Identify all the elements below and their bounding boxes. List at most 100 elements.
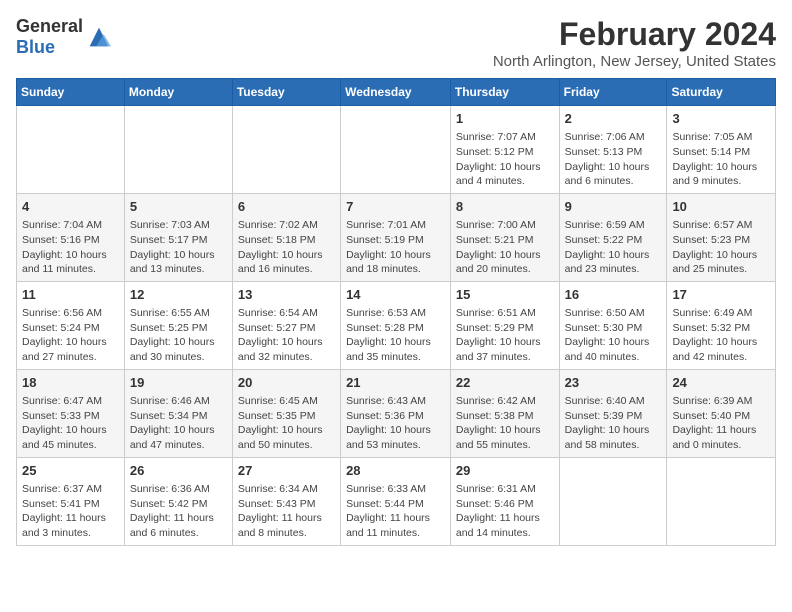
day-content: Sunrise: 7:04 AM Sunset: 5:16 PM Dayligh… [22, 218, 119, 277]
header: General Blue February 2024 North Arlingt… [16, 16, 776, 70]
week-row-1: 1 Sunrise: 7:07 AM Sunset: 5:12 PM Daylig… [17, 106, 776, 194]
calendar-subtitle: North Arlington, New Jersey, United Stat… [493, 53, 776, 70]
calendar-title: February 2024 [493, 16, 776, 53]
day-number: 14 [346, 286, 445, 304]
calendar-cell: 2 Sunrise: 7:06 AM Sunset: 5:13 PM Daylig… [559, 106, 667, 194]
weekday-header-saturday: Saturday [667, 79, 776, 106]
day-content: Sunrise: 6:39 AM Sunset: 5:40 PM Dayligh… [672, 394, 770, 453]
logo-general: General [16, 16, 83, 36]
day-content: Sunrise: 7:07 AM Sunset: 5:12 PM Dayligh… [456, 130, 554, 189]
day-number: 22 [456, 374, 554, 392]
day-number: 26 [130, 462, 227, 480]
day-content: Sunrise: 6:37 AM Sunset: 5:41 PM Dayligh… [22, 482, 119, 541]
day-number: 18 [22, 374, 119, 392]
calendar-cell: 21 Sunrise: 6:43 AM Sunset: 5:36 PM Dayli… [341, 369, 451, 457]
calendar-cell: 1 Sunrise: 7:07 AM Sunset: 5:12 PM Daylig… [450, 106, 559, 194]
day-number: 10 [672, 198, 770, 216]
day-content: Sunrise: 6:47 AM Sunset: 5:33 PM Dayligh… [22, 394, 119, 453]
day-content: Sunrise: 6:59 AM Sunset: 5:22 PM Dayligh… [565, 218, 662, 277]
day-content: Sunrise: 7:06 AM Sunset: 5:13 PM Dayligh… [565, 130, 662, 189]
calendar-cell: 19 Sunrise: 6:46 AM Sunset: 5:34 PM Dayli… [124, 369, 232, 457]
day-content: Sunrise: 6:42 AM Sunset: 5:38 PM Dayligh… [456, 394, 554, 453]
day-number: 7 [346, 198, 445, 216]
weekday-header-wednesday: Wednesday [341, 79, 451, 106]
day-number: 28 [346, 462, 445, 480]
calendar-cell [232, 106, 340, 194]
day-number: 21 [346, 374, 445, 392]
calendar-table: SundayMondayTuesdayWednesdayThursdayFrid… [16, 78, 776, 546]
week-row-5: 25 Sunrise: 6:37 AM Sunset: 5:41 PM Dayli… [17, 457, 776, 545]
calendar-cell: 18 Sunrise: 6:47 AM Sunset: 5:33 PM Dayli… [17, 369, 125, 457]
week-row-3: 11 Sunrise: 6:56 AM Sunset: 5:24 PM Dayli… [17, 281, 776, 369]
day-number: 13 [238, 286, 335, 304]
day-content: Sunrise: 6:46 AM Sunset: 5:34 PM Dayligh… [130, 394, 227, 453]
weekday-header-friday: Friday [559, 79, 667, 106]
calendar-cell: 6 Sunrise: 7:02 AM Sunset: 5:18 PM Daylig… [232, 193, 340, 281]
day-number: 3 [672, 110, 770, 128]
day-number: 8 [456, 198, 554, 216]
weekday-header-row: SundayMondayTuesdayWednesdayThursdayFrid… [17, 79, 776, 106]
calendar-cell: 26 Sunrise: 6:36 AM Sunset: 5:42 PM Dayli… [124, 457, 232, 545]
day-number: 17 [672, 286, 770, 304]
calendar-cell: 28 Sunrise: 6:33 AM Sunset: 5:44 PM Dayli… [341, 457, 451, 545]
day-content: Sunrise: 6:54 AM Sunset: 5:27 PM Dayligh… [238, 306, 335, 365]
day-content: Sunrise: 6:55 AM Sunset: 5:25 PM Dayligh… [130, 306, 227, 365]
calendar-cell: 17 Sunrise: 6:49 AM Sunset: 5:32 PM Dayli… [667, 281, 776, 369]
day-content: Sunrise: 7:01 AM Sunset: 5:19 PM Dayligh… [346, 218, 445, 277]
day-content: Sunrise: 7:05 AM Sunset: 5:14 PM Dayligh… [672, 130, 770, 189]
calendar-cell: 12 Sunrise: 6:55 AM Sunset: 5:25 PM Dayli… [124, 281, 232, 369]
day-content: Sunrise: 6:34 AM Sunset: 5:43 PM Dayligh… [238, 482, 335, 541]
day-content: Sunrise: 6:33 AM Sunset: 5:44 PM Dayligh… [346, 482, 445, 541]
day-number: 4 [22, 198, 119, 216]
logo-blue: Blue [16, 37, 55, 57]
calendar-cell: 22 Sunrise: 6:42 AM Sunset: 5:38 PM Dayli… [450, 369, 559, 457]
week-row-2: 4 Sunrise: 7:04 AM Sunset: 5:16 PM Daylig… [17, 193, 776, 281]
calendar-cell: 7 Sunrise: 7:01 AM Sunset: 5:19 PM Daylig… [341, 193, 451, 281]
day-number: 16 [565, 286, 662, 304]
day-number: 15 [456, 286, 554, 304]
calendar-cell: 25 Sunrise: 6:37 AM Sunset: 5:41 PM Dayli… [17, 457, 125, 545]
day-number: 11 [22, 286, 119, 304]
day-number: 9 [565, 198, 662, 216]
day-number: 12 [130, 286, 227, 304]
day-number: 25 [22, 462, 119, 480]
day-content: Sunrise: 6:43 AM Sunset: 5:36 PM Dayligh… [346, 394, 445, 453]
day-content: Sunrise: 6:40 AM Sunset: 5:39 PM Dayligh… [565, 394, 662, 453]
calendar-cell: 29Sunrise: 6:31 AM Sunset: 5:46 PM Dayli… [450, 457, 559, 545]
calendar-cell [17, 106, 125, 194]
day-content: Sunrise: 6:53 AM Sunset: 5:28 PM Dayligh… [346, 306, 445, 365]
day-number: 23 [565, 374, 662, 392]
calendar-cell: 11 Sunrise: 6:56 AM Sunset: 5:24 PM Dayli… [17, 281, 125, 369]
calendar-cell [341, 106, 451, 194]
day-content: Sunrise: 6:51 AM Sunset: 5:29 PM Dayligh… [456, 306, 554, 365]
calendar-cell: 14 Sunrise: 6:53 AM Sunset: 5:28 PM Dayli… [341, 281, 451, 369]
calendar-cell: 4 Sunrise: 7:04 AM Sunset: 5:16 PM Daylig… [17, 193, 125, 281]
day-number: 5 [130, 198, 227, 216]
day-number: 2 [565, 110, 662, 128]
calendar-cell [559, 457, 667, 545]
day-number: 20 [238, 374, 335, 392]
calendar-cell [124, 106, 232, 194]
calendar-cell: 16Sunrise: 6:50 AM Sunset: 5:30 PM Dayli… [559, 281, 667, 369]
day-number: 24 [672, 374, 770, 392]
day-number: 6 [238, 198, 335, 216]
day-content: Sunrise: 6:49 AM Sunset: 5:32 PM Dayligh… [672, 306, 770, 365]
logo-text: General Blue [16, 16, 83, 58]
calendar-cell: 5Sunrise: 7:03 AM Sunset: 5:17 PM Daylig… [124, 193, 232, 281]
day-content: Sunrise: 7:02 AM Sunset: 5:18 PM Dayligh… [238, 218, 335, 277]
weekday-header-sunday: Sunday [17, 79, 125, 106]
day-number: 29 [456, 462, 554, 480]
calendar-cell: 8Sunrise: 7:00 AM Sunset: 5:21 PM Daylig… [450, 193, 559, 281]
calendar-cell: 23 Sunrise: 6:40 AM Sunset: 5:39 PM Dayli… [559, 369, 667, 457]
day-number: 19 [130, 374, 227, 392]
day-number: 1 [456, 110, 554, 128]
weekday-header-thursday: Thursday [450, 79, 559, 106]
calendar-cell: 13 Sunrise: 6:54 AM Sunset: 5:27 PM Dayli… [232, 281, 340, 369]
weekday-header-monday: Monday [124, 79, 232, 106]
calendar-cell: 3 Sunrise: 7:05 AM Sunset: 5:14 PM Daylig… [667, 106, 776, 194]
day-content: Sunrise: 6:56 AM Sunset: 5:24 PM Dayligh… [22, 306, 119, 365]
logo-icon [85, 23, 113, 51]
weekday-header-tuesday: Tuesday [232, 79, 340, 106]
day-content: Sunrise: 6:36 AM Sunset: 5:42 PM Dayligh… [130, 482, 227, 541]
day-content: Sunrise: 6:45 AM Sunset: 5:35 PM Dayligh… [238, 394, 335, 453]
